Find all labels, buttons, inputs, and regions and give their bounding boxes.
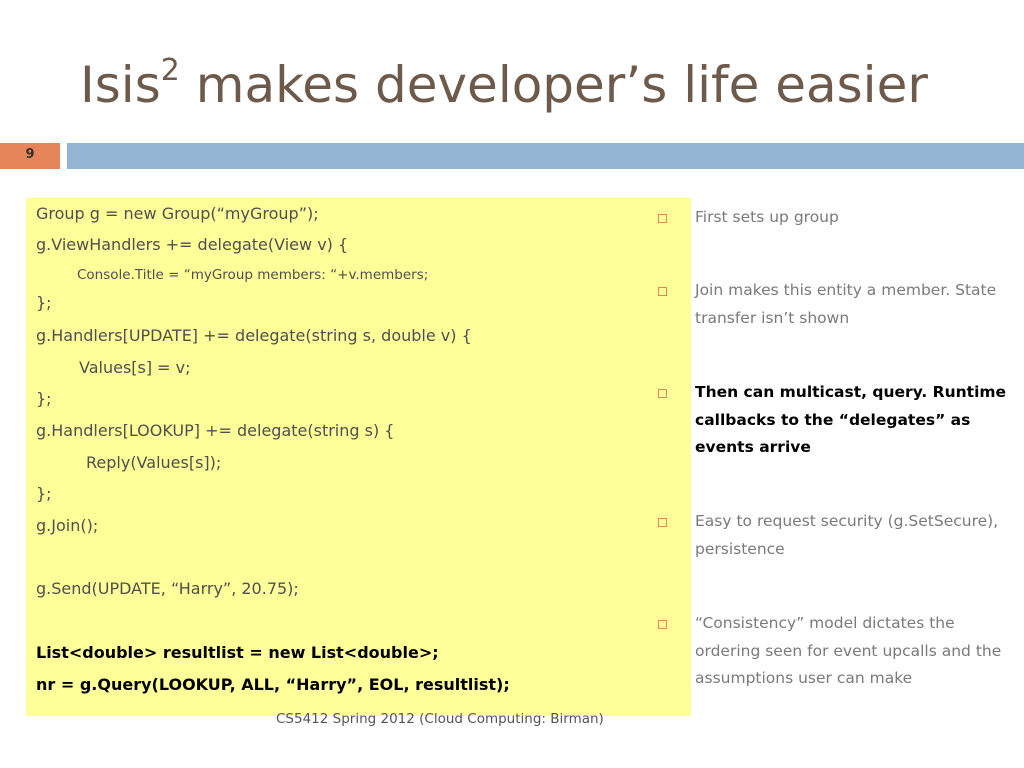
code-line: };	[36, 293, 52, 312]
bullet-text: “Consistency” model dictates the orderin…	[695, 614, 1002, 687]
code-line: nr = g.Query(LOOKUP, ALL, “Harry”, EOL, …	[36, 675, 510, 694]
bullet-text: Then can multicast, query. Runtime callb…	[695, 383, 1007, 456]
code-line: g.Handlers[UPDATE] += delegate(string s,…	[36, 326, 472, 345]
square-bullet-icon	[658, 287, 667, 296]
slide-title: Isis2 makes developer’s life easier	[80, 50, 928, 120]
code-line: List<double> resultlist = new List<doubl…	[36, 643, 439, 662]
code-line: Group g = new Group(“myGroup”);	[36, 204, 319, 223]
code-line: g.Send(UPDATE, “Harry”, 20.75);	[36, 579, 299, 598]
slide-title-superscript: 2	[160, 53, 180, 88]
code-line: Values[s] = v;	[79, 358, 191, 377]
code-block: Group g = new Group(“myGroup”); g.ViewHa…	[26, 198, 691, 716]
square-bullet-icon	[658, 389, 667, 398]
slide-title-rest: makes developer’s life easier	[179, 56, 928, 114]
code-line: Reply(Values[s]);	[86, 453, 222, 472]
code-line: g.Join();	[36, 516, 99, 535]
slide-number: 9	[0, 143, 60, 169]
slide-title-main: Isis	[80, 56, 161, 114]
title-underline-bar	[67, 143, 1024, 169]
bullet-text: Join makes this entity a member. State t…	[695, 281, 997, 327]
code-line: };	[36, 484, 52, 503]
code-line: g.ViewHandlers += delegate(View v) {	[36, 235, 349, 254]
slide-footer: CS5412 Spring 2012 (Cloud Computing: Bir…	[276, 711, 604, 727]
bullet-text: First sets up group	[695, 208, 839, 226]
square-bullet-icon	[658, 214, 667, 223]
code-line: g.Handlers[LOOKUP] += delegate(string s)…	[36, 421, 395, 440]
bullet-text: Easy to request security (g.SetSecure), …	[695, 512, 999, 558]
square-bullet-icon	[658, 620, 667, 629]
square-bullet-icon	[658, 518, 667, 527]
code-line: Console.Title = “myGroup members: “+v.me…	[77, 267, 429, 283]
code-line: };	[36, 389, 52, 408]
